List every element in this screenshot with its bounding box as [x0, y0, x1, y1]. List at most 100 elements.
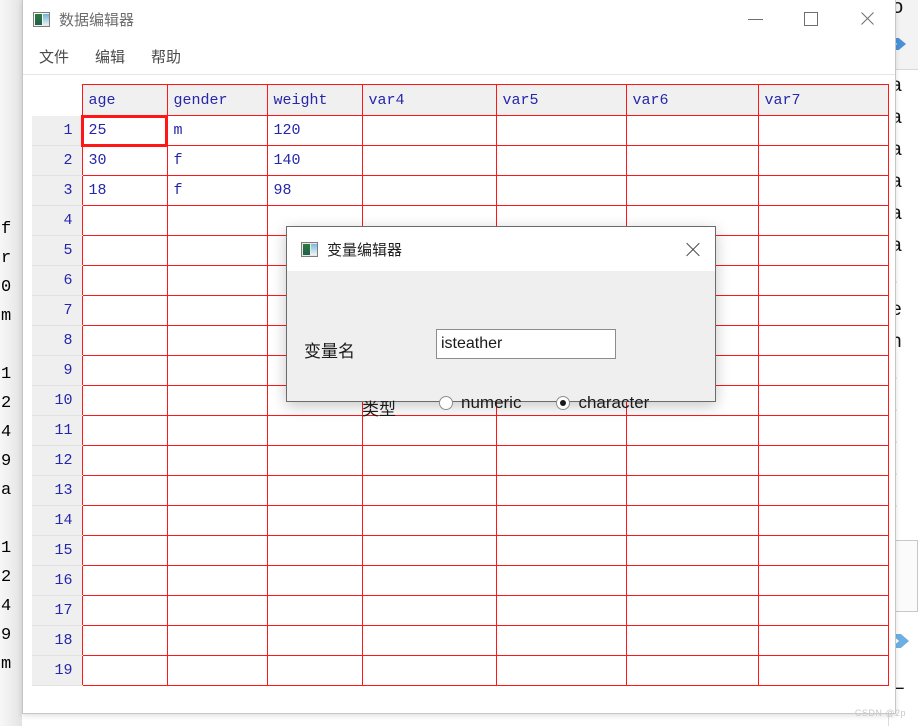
- grid-row-number[interactable]: 18: [32, 625, 82, 656]
- grid-cell[interactable]: [757, 205, 889, 236]
- grid-row-number[interactable]: 12: [32, 445, 82, 476]
- grid-row-number[interactable]: 2: [32, 145, 82, 176]
- grid-cell[interactable]: [166, 355, 268, 386]
- grid-cell[interactable]: [757, 445, 889, 476]
- grid-cell[interactable]: [625, 595, 759, 626]
- grid-cell[interactable]: [166, 415, 268, 446]
- grid-cell[interactable]: [625, 535, 759, 566]
- grid-cell[interactable]: [625, 415, 759, 446]
- grid-cell[interactable]: [361, 115, 497, 146]
- grid-cell[interactable]: [757, 535, 889, 566]
- grid-cell[interactable]: [361, 415, 497, 446]
- close-button[interactable]: [839, 0, 895, 38]
- grid-cell[interactable]: [81, 565, 168, 596]
- grid-cell[interactable]: [166, 505, 268, 536]
- grid-cell[interactable]: [166, 325, 268, 356]
- grid-cell[interactable]: m: [166, 115, 268, 146]
- grid-cell[interactable]: [361, 655, 497, 686]
- grid-row-number[interactable]: 11: [32, 415, 82, 446]
- grid-cell[interactable]: [81, 385, 168, 416]
- grid-cell[interactable]: [361, 595, 497, 626]
- grid-cell[interactable]: [81, 325, 168, 356]
- grid-cell[interactable]: [757, 265, 889, 296]
- grid-cell[interactable]: [625, 145, 759, 176]
- grid-cell[interactable]: [81, 445, 168, 476]
- grid-cell[interactable]: [495, 535, 627, 566]
- grid-cell[interactable]: [81, 625, 168, 656]
- variable-name-input[interactable]: [436, 329, 616, 359]
- maximize-button[interactable]: [783, 0, 839, 38]
- grid-cell[interactable]: [81, 475, 168, 506]
- grid-column-header[interactable]: var7: [757, 84, 889, 116]
- grid-column-header[interactable]: var5: [495, 84, 627, 116]
- grid-cell[interactable]: [166, 205, 268, 236]
- grid-cell[interactable]: [625, 475, 759, 506]
- grid-row-number[interactable]: 5: [32, 235, 82, 266]
- menu-item-edit[interactable]: 编辑: [93, 44, 127, 69]
- grid-cell[interactable]: [757, 565, 889, 596]
- grid-cell[interactable]: [81, 535, 168, 566]
- grid-cell[interactable]: [361, 445, 497, 476]
- menu-item-file[interactable]: 文件: [37, 44, 71, 69]
- grid-cell[interactable]: [495, 505, 627, 536]
- grid-row-number[interactable]: 19: [32, 655, 82, 686]
- grid-cell[interactable]: [361, 505, 497, 536]
- grid-cell[interactable]: [757, 415, 889, 446]
- grid-row-number[interactable]: 17: [32, 595, 82, 626]
- grid-cell[interactable]: [166, 235, 268, 266]
- grid-cell[interactable]: [81, 235, 168, 266]
- grid-cell[interactable]: [361, 625, 497, 656]
- radio-option-numeric[interactable]: numeric: [439, 393, 521, 413]
- grid-cell[interactable]: [361, 565, 497, 596]
- grid-cell[interactable]: [361, 145, 497, 176]
- grid-cell[interactable]: [166, 445, 268, 476]
- grid-cell[interactable]: [757, 115, 889, 146]
- grid-cell[interactable]: 120: [266, 115, 363, 146]
- grid-cell[interactable]: [495, 655, 627, 686]
- grid-cell[interactable]: [266, 475, 363, 506]
- grid-cell[interactable]: [757, 325, 889, 356]
- grid-cell[interactable]: [757, 385, 889, 416]
- grid-cell[interactable]: [166, 535, 268, 566]
- grid-cell[interactable]: [266, 655, 363, 686]
- grid-cell[interactable]: [81, 595, 168, 626]
- grid-cell[interactable]: [757, 295, 889, 326]
- grid-cell[interactable]: [625, 565, 759, 596]
- grid-cell[interactable]: [757, 595, 889, 626]
- grid-cell[interactable]: [266, 595, 363, 626]
- grid-cell[interactable]: [495, 115, 627, 146]
- grid-cell[interactable]: [81, 415, 168, 446]
- grid-cell[interactable]: [757, 175, 889, 206]
- grid-row-number[interactable]: 14: [32, 505, 82, 536]
- grid-cell[interactable]: [757, 625, 889, 656]
- grid-cell[interactable]: f: [166, 175, 268, 206]
- grid-row-number[interactable]: 16: [32, 565, 82, 596]
- dialog-close-button[interactable]: [677, 235, 707, 263]
- grid-cell[interactable]: [757, 655, 889, 686]
- grid-cell[interactable]: 18: [81, 175, 168, 206]
- grid-cell[interactable]: [625, 175, 759, 206]
- grid-column-header[interactable]: gender: [166, 84, 268, 116]
- grid-cell[interactable]: [757, 145, 889, 176]
- grid-row-number[interactable]: 15: [32, 535, 82, 566]
- grid-cell[interactable]: [361, 535, 497, 566]
- grid-cell[interactable]: [495, 565, 627, 596]
- grid-cell[interactable]: [495, 175, 627, 206]
- grid-cell[interactable]: [266, 505, 363, 536]
- grid-cell[interactable]: [81, 265, 168, 296]
- grid-cell[interactable]: [266, 535, 363, 566]
- grid-cell[interactable]: [495, 625, 627, 656]
- grid-cell[interactable]: [361, 175, 497, 206]
- grid-cell[interactable]: 30: [81, 145, 168, 176]
- grid-cell[interactable]: [166, 385, 268, 416]
- grid-cell[interactable]: [166, 565, 268, 596]
- grid-row-number[interactable]: 1: [32, 115, 82, 146]
- grid-cell[interactable]: [266, 625, 363, 656]
- grid-cell[interactable]: [361, 475, 497, 506]
- grid-cell[interactable]: 140: [266, 145, 363, 176]
- grid-cell[interactable]: [81, 295, 168, 326]
- grid-row-number[interactable]: 13: [32, 475, 82, 506]
- grid-cell[interactable]: [166, 475, 268, 506]
- grid-cell[interactable]: 98: [266, 175, 363, 206]
- grid-row-number[interactable]: 3: [32, 175, 82, 206]
